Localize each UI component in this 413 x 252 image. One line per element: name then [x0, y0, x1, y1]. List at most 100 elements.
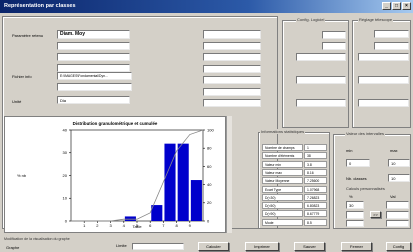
interval-min-label: min — [346, 148, 353, 153]
limite-field[interactable] — [132, 243, 184, 250]
config-field-5[interactable] — [296, 99, 346, 107]
config-button[interactable]: Config — [386, 242, 411, 251]
fichier-label: Fichier info — [12, 74, 32, 79]
reglage-field-4[interactable] — [358, 76, 409, 84]
config-field-3[interactable] — [296, 53, 346, 61]
stat-value[interactable]: 7.25600 — [304, 177, 327, 185]
y2-tick-label: 20 — [207, 200, 212, 205]
mid-field-4[interactable] — [203, 65, 261, 73]
stat-value[interactable]: 1.07968 — [304, 185, 327, 193]
parametre-field[interactable]: Diam. Moy — [57, 30, 130, 39]
stat-value[interactable]: 1 — [304, 144, 327, 151]
reglage-field-2[interactable] — [374, 42, 409, 50]
nb-classes-field[interactable]: 10 — [388, 174, 410, 182]
extra-field-4[interactable] — [57, 83, 132, 91]
modification-label: Modification de la visualisation du grap… — [4, 237, 70, 241]
stat-label: Valeur Moyenne — [262, 177, 303, 185]
reglage-field-3[interactable] — [358, 53, 409, 61]
reglage-field-1[interactable] — [374, 30, 409, 38]
stat-value[interactable]: 38 — [304, 152, 327, 160]
x-tick-label: 7 — [162, 223, 165, 228]
val-column-label: Val — [390, 194, 396, 199]
mid-field-5[interactable] — [203, 76, 261, 84]
x-tick-label: 3 — [109, 223, 112, 228]
intervals-title: Valeur des intervalles — [345, 131, 385, 136]
mid-field-3[interactable] — [203, 53, 261, 61]
extra-field-3[interactable] — [57, 64, 130, 72]
stat-label: Valeur max — [262, 168, 303, 176]
y-tick-label: 30 — [63, 150, 68, 155]
stat-value[interactable]: 7.26823 — [304, 193, 327, 201]
config-logiciel-label: Config. Logiciel — [296, 17, 326, 22]
mid-field-6[interactable] — [203, 88, 261, 96]
mid-field-1[interactable] — [203, 30, 261, 39]
stat-value[interactable]: 8.67779 — [304, 210, 327, 218]
y-tick-label: 40 — [63, 127, 68, 132]
val-field-1[interactable] — [386, 201, 409, 209]
stat-value[interactable]: 8.16 — [304, 168, 327, 176]
interval-max-field[interactable]: 10 — [388, 159, 410, 167]
window-title-bar: Représentation par classes _ □ × — [0, 0, 413, 13]
chart-title: Distribution granulométrique et cumulée — [73, 121, 158, 126]
fermer-button[interactable]: Fermer — [341, 242, 372, 251]
interval-min-field[interactable]: 0 — [346, 159, 370, 167]
stat-value[interactable]: 8.5 — [304, 218, 327, 226]
y2-tick-label: 60 — [207, 164, 212, 169]
config-field-4[interactable] — [296, 76, 346, 84]
compute-percentile-button[interactable]: >> — [370, 211, 381, 218]
extra-field-2[interactable] — [57, 53, 130, 61]
y-tick-label: 20 — [63, 173, 68, 178]
histogram-bar — [124, 216, 136, 221]
y2-tick-label: 40 — [207, 182, 212, 187]
val-field-3[interactable] — [386, 220, 409, 227]
stat-value[interactable]: 3.8 — [304, 160, 327, 168]
y-tick-label: 0 — [65, 218, 68, 223]
mid-field-2[interactable] — [203, 42, 261, 50]
calculer-button[interactable]: Calculer — [198, 242, 229, 251]
x-tick-label: 2 — [96, 223, 99, 228]
pct-field-1[interactable]: 30 — [346, 201, 364, 209]
sauver-button[interactable]: Sauver — [294, 242, 325, 251]
chart-scrollbar[interactable] — [226, 116, 232, 233]
pct-field-3[interactable] — [346, 220, 364, 227]
stat-label: Ecart Type — [262, 185, 303, 193]
y2-tick-label: 80 — [207, 146, 212, 151]
pct-field-2[interactable] — [346, 211, 364, 219]
stats-title: Informations statistiques — [260, 129, 306, 134]
imprimer-button[interactable]: Imprimer — [245, 242, 279, 251]
config-field-2[interactable] — [322, 42, 346, 50]
unite-field[interactable]: Dia — [57, 96, 130, 104]
minimize-icon[interactable]: _ — [382, 2, 391, 10]
histogram-bar — [151, 205, 163, 221]
close-icon[interactable]: × — [402, 2, 411, 10]
fichier-field[interactable]: E:\IMAGES\Fondamental\Dyn... — [57, 72, 132, 80]
val-field-2[interactable] — [386, 211, 409, 219]
stat-label: D(<30) — [262, 193, 303, 201]
config-field-1[interactable] — [322, 31, 346, 39]
window-title: Représentation par classes — [4, 3, 76, 9]
y-tick-label: 10 — [63, 196, 68, 201]
histogram-bar — [164, 143, 176, 221]
x-tick-label: 1 — [83, 223, 86, 228]
histogram-chart: Distribution granulométrique et cumulée … — [4, 116, 226, 233]
stat-label: D(<50) — [262, 202, 303, 210]
y-axis-label: % nb — [17, 173, 27, 178]
window-controls: _ □ × — [382, 2, 411, 10]
x-tick-label: 9 — [189, 223, 192, 228]
pct-column-label: % — [349, 194, 353, 199]
stat-label: Nombre d'éléments — [262, 152, 303, 160]
stat-value[interactable]: 6.80823 — [304, 202, 327, 210]
stat-label: D(<90) — [262, 210, 303, 218]
limite-label: Limite — [116, 243, 127, 248]
maximize-icon[interactable]: □ — [392, 2, 401, 10]
mid-field-7[interactable] — [203, 99, 261, 107]
y2-tick-label: 100 — [207, 127, 214, 132]
stat-label: Nombre de champs — [262, 144, 303, 151]
reglage-telescope-label: Réglage télescope — [358, 17, 394, 22]
x-tick-label: 8 — [175, 223, 178, 228]
extra-field-1[interactable] — [57, 42, 130, 50]
reglage-field-5[interactable] — [358, 99, 409, 107]
percentile-title: Calculs personnalisés — [346, 186, 385, 191]
interval-max-label: max — [390, 148, 398, 153]
unite-label: Unité — [12, 99, 22, 104]
